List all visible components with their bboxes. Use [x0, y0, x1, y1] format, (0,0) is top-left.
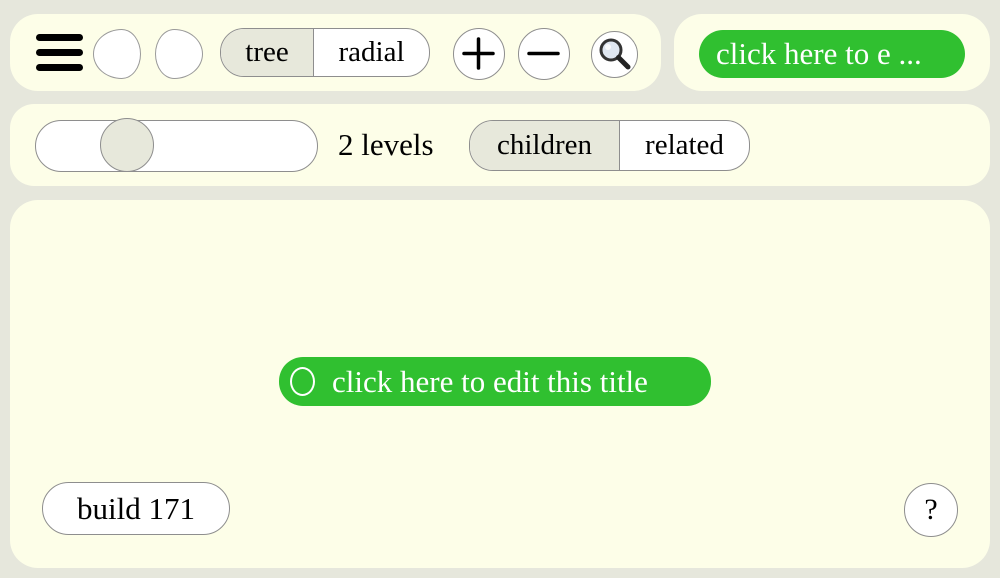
- root-node[interactable]: click here to edit this title: [279, 357, 711, 406]
- search-button[interactable]: [591, 31, 638, 78]
- magnifier-icon: [599, 38, 631, 70]
- levels-label: 2 levels: [338, 127, 434, 162]
- build-badge: build 171: [42, 482, 230, 535]
- tree-layout-option[interactable]: tree: [221, 29, 313, 76]
- hamburger-icon[interactable]: [36, 34, 83, 74]
- zoom-out-button[interactable]: [518, 28, 570, 80]
- title-edit-button[interactable]: click here to e ...: [699, 30, 965, 78]
- node-circle-icon[interactable]: [290, 367, 315, 396]
- children-option[interactable]: children: [470, 121, 619, 170]
- depth-slider-thumb[interactable]: [100, 118, 154, 172]
- layout-toggle: tree radial: [220, 28, 430, 77]
- plus-icon: [462, 37, 495, 70]
- depth-slider[interactable]: [35, 120, 318, 172]
- relation-toggle: children related: [469, 120, 750, 171]
- radial-layout-option[interactable]: radial: [313, 29, 429, 76]
- minus-icon: [527, 51, 560, 56]
- zoom-in-button[interactable]: [453, 28, 505, 80]
- related-option[interactable]: related: [619, 121, 749, 170]
- help-button[interactable]: ?: [904, 483, 958, 537]
